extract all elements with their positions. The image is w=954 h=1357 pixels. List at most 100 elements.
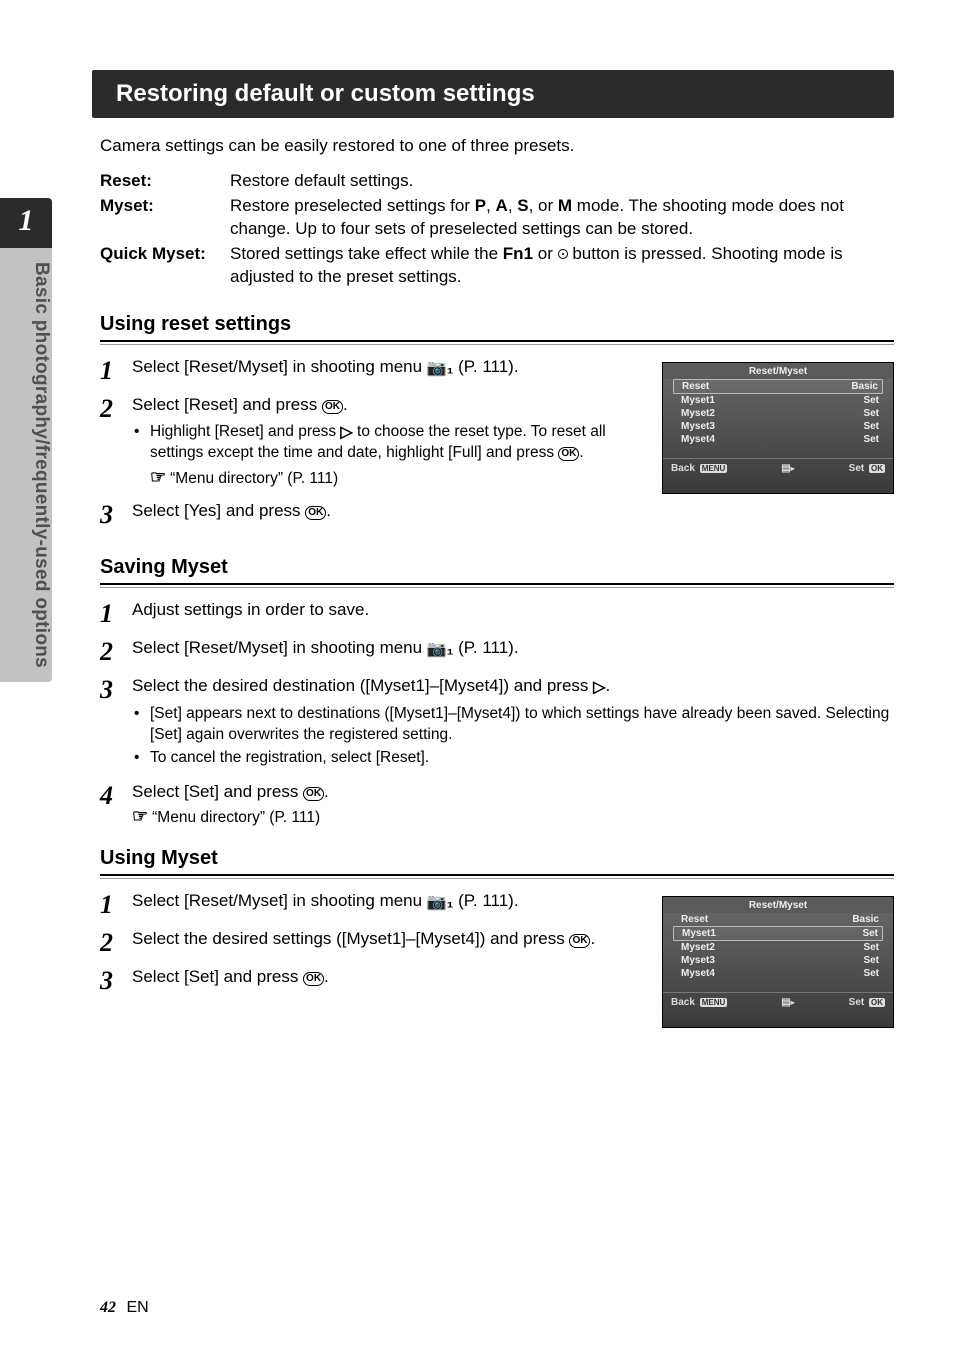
ok-badge-icon: OK [869,464,885,473]
step-number: 1 [100,356,132,384]
page-number: 42 [100,1299,116,1316]
section-heading-saving: Saving Myset [100,556,894,585]
definition-row: Reset: Restore default settings. [100,170,894,193]
menu-row-label: Reset [682,381,709,392]
mode-m: M [558,196,572,215]
text: . [343,395,348,414]
menu-row-value: Set [863,395,879,406]
menu-footer: Back MENU ▤▸ Set OK [663,992,893,1010]
text: Stored settings take effect while the [230,244,503,263]
step: 1 Adjust settings in order to save. [100,599,894,627]
camera-menu-icon: 📷₁ [427,359,454,380]
ok-button-icon: OK [303,787,324,801]
text: Back [671,463,695,474]
step-number: 2 [100,637,132,665]
step: 2 Select the desired settings ([Myset1]–… [100,928,638,956]
definition-desc: Restore default settings. [230,170,894,193]
text: . [326,501,331,520]
menu-row-value: Basic [852,914,879,925]
text: Set [849,463,865,474]
step-number: 3 [100,675,132,772]
menu-row-selected: Myset1 Set [673,926,883,941]
step: 3 Select [Set] and press OK. [100,966,638,994]
menu-center-icon: ▤▸ [781,463,794,474]
menu-row-value: Set [863,955,879,966]
ok-badge-icon: OK [869,998,885,1007]
step: 1 Select [Reset/Myset] in shooting menu … [100,356,638,384]
camera-menu-icon: 📷₁ [427,640,454,661]
text: Select the desired destination ([Myset1]… [132,676,593,695]
chapter-number: 1 [0,198,52,248]
mode-s: S [517,196,528,215]
list-item: To cancel the registration, select [Rese… [150,748,894,769]
text: Restore preselected settings for [230,196,475,215]
section-using-body: 1 Select [Reset/Myset] in shooting menu … [100,890,894,1042]
step: 4 Select [Set] and press OK. ☞ “Menu dir… [100,781,894,828]
menu-illustration-column: Reset/Myset Reset Basic Myset1 Set Myset… [662,890,894,1042]
menu-center-icon: ▤▸ [781,997,794,1008]
text: . [579,444,583,461]
menu-row-value: Set [863,434,879,445]
steps-column: 1 Select [Reset/Myset] in shooting menu … [100,356,638,538]
fn1-label: Fn1 [503,244,533,263]
chevron-right-icon: ▸ [791,464,795,473]
step-number: 1 [100,890,132,918]
section-saving-body: 1 Adjust settings in order to save. 2 Se… [100,599,894,829]
ok-button-icon: OK [569,934,590,948]
menu-row-value: Set [863,421,879,432]
step-sublist: [Set] appears next to destinations ([Mys… [132,704,894,769]
menu-row-label: Reset [681,914,708,925]
ok-button-icon: OK [558,447,579,461]
record-button-icon [558,249,568,259]
menu-row-label: Myset3 [681,955,715,966]
text: Highlight [Reset] and press [150,423,340,440]
menu-illustration-column: Reset/Myset Reset Basic Myset1 Set Myset… [662,356,894,508]
step-number: 3 [100,500,132,528]
cross-reference: ☞ “Menu directory” (P. 111) [132,805,894,828]
cross-reference: ☞ “Menu directory” (P. 111) [150,466,638,489]
step-number: 4 [100,781,132,828]
text: Set [849,997,865,1008]
camera-menu-icon: 📷₁ [427,893,454,914]
step-number: 2 [100,928,132,956]
definition-term: Quick Myset: [100,243,230,289]
menu-row-value: Set [863,968,879,979]
step-number: 2 [100,394,132,490]
definition-term: Reset: [100,170,230,193]
dpad-right-icon: ▷ [340,422,352,444]
menu-row-label: Myset4 [681,968,715,979]
step: 2 Select [Reset] and press OK. Highlight… [100,394,638,490]
menu-row-label: Myset2 [681,408,715,419]
steps-column: 1 Select [Reset/Myset] in shooting menu … [100,890,638,1004]
text: Select [Set] and press [132,782,303,801]
text: “Menu directory” (P. 111) [152,808,320,828]
text: Select [Yes] and press [132,501,305,520]
step: 2 Select [Reset/Myset] in shooting menu … [100,637,894,665]
text: (P. 111). [453,357,518,376]
text: or [533,244,558,263]
step-body: Select [Reset] and press OK. Highlight [… [132,394,638,490]
step-number: 3 [100,966,132,994]
text: Select [Reset] and press [132,395,322,414]
text: Back [671,997,695,1008]
definition-list: Reset: Restore default settings. Myset: … [100,170,894,289]
card-icon: ▤ [781,997,790,1008]
text: Select [Reset/Myset] in shooting menu [132,638,427,657]
pointer-icon: ☞ [150,466,164,489]
document-page: 1 Basic photography/frequently-used opti… [0,0,954,1357]
ok-button-icon: OK [322,400,343,414]
text: (P. 111). [453,638,518,657]
card-icon: ▤ [781,463,790,474]
menu-row: Myset2 Set [673,941,883,954]
pointer-icon: ☞ [132,805,146,828]
camera-menu-panel: Reset/Myset Reset Basic Myset1 Set Myset… [662,362,894,494]
step-body: Select [Set] and press OK. [132,966,638,994]
step-body: Select the desired destination ([Myset1]… [132,675,894,772]
side-tab: 1 Basic photography/frequently-used opti… [0,198,52,682]
menu-rows: Reset Basic Myset1 Set Myset2 Set Myset3… [663,913,893,980]
section-heading-reset: Using reset settings [100,313,894,342]
step-body: Select [Reset/Myset] in shooting menu 📷₁… [132,356,638,384]
menu-row-value: Set [862,928,878,939]
menu-row-label: Myset3 [681,421,715,432]
text: Select the desired settings ([Myset1]–[M… [132,929,569,948]
